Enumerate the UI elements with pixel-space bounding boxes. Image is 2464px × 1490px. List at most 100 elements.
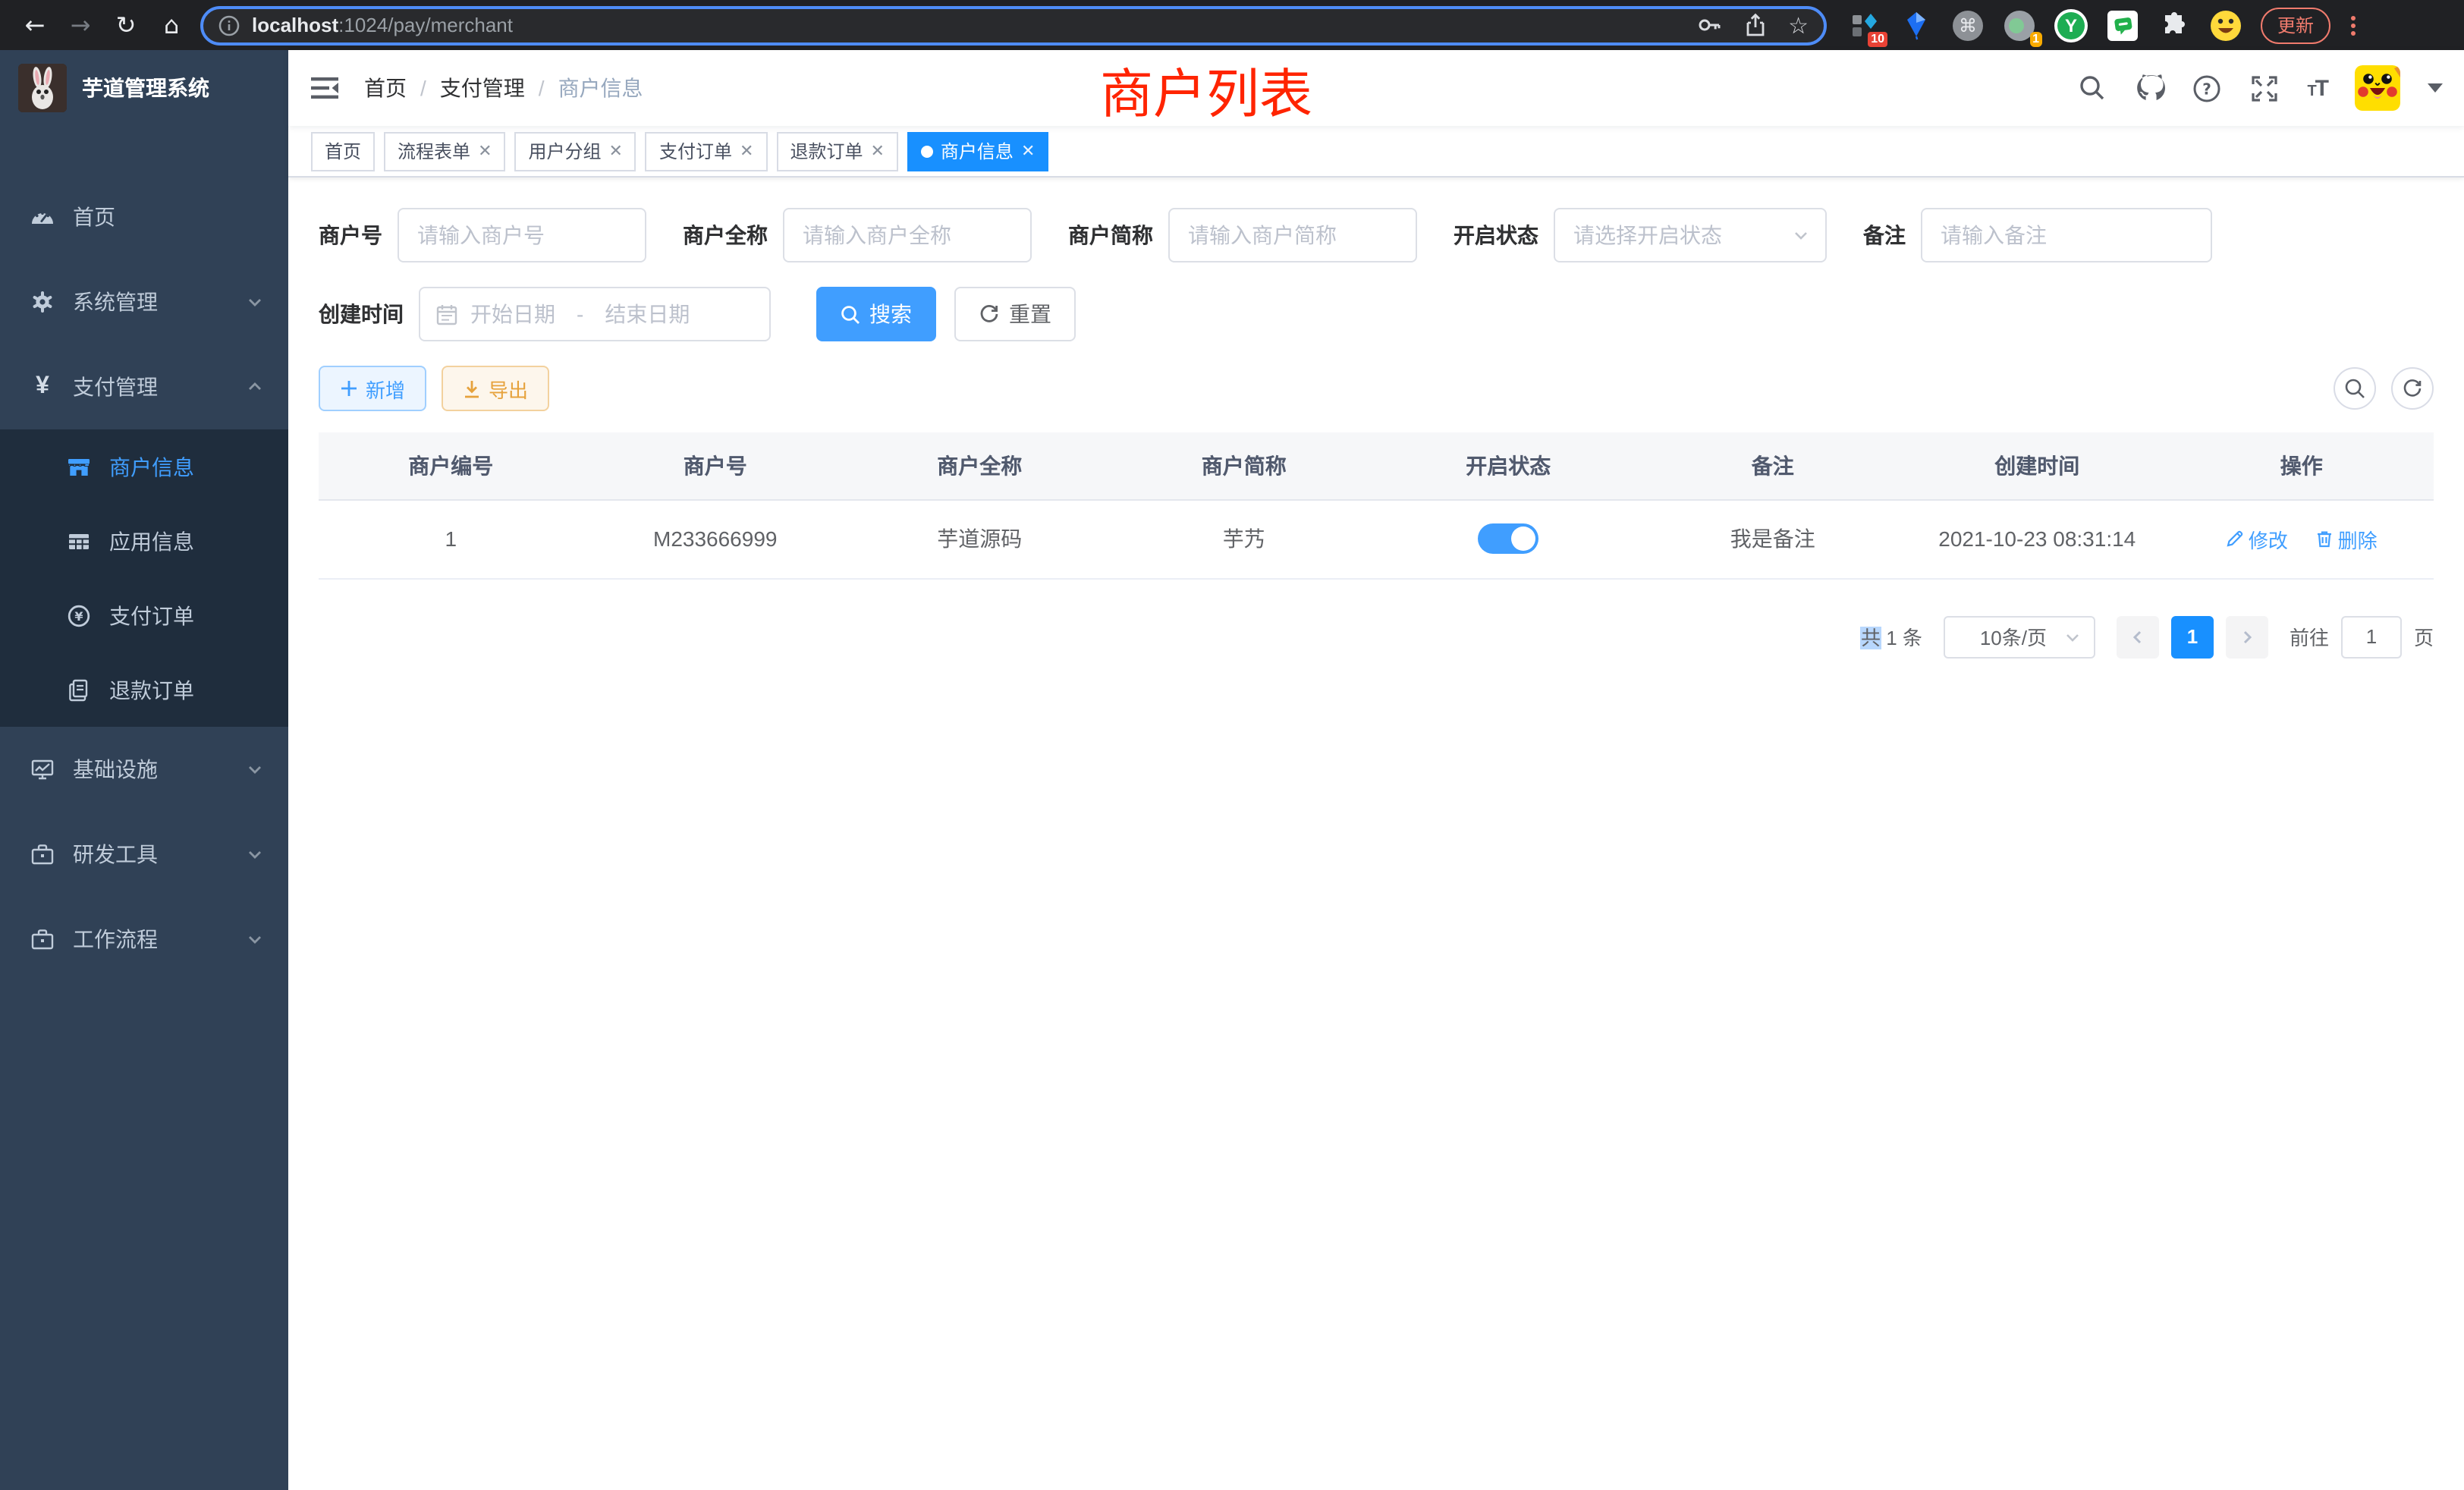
sidebar-item-app-info[interactable]: 应用信息 [0,504,288,578]
sidebar: 芋道管理系统 首页 [0,50,288,1490]
status-label: 开启状态 [1454,220,1538,250]
add-button[interactable]: 新增 [319,366,426,411]
share-icon[interactable] [1743,12,1767,38]
site-info-icon[interactable] [218,14,240,36]
shop-icon [67,454,91,479]
close-icon[interactable]: ✕ [478,141,492,161]
extensions-puzzle-icon[interactable] [2158,8,2191,42]
edit-link[interactable]: 修改 [2226,524,2288,553]
status-toggle[interactable] [1478,523,1538,554]
cell-full-name: 芋道源码 [847,499,1112,578]
date-range-picker[interactable]: 开始日期 - 结束日期 [419,287,771,341]
status-select[interactable]: 请选择开启状态 [1554,208,1827,262]
browser-toolbar: ← → ↻ ⌂ localhost:1024/pay/merchant ☆ [0,0,2464,50]
sidebar-item-pay-order[interactable]: ¥ 支付订单 [0,578,288,652]
delete-link[interactable]: 删除 [2315,524,2378,553]
sidebar-item-refund-order[interactable]: 退款订单 [0,652,288,727]
browser-reload-icon[interactable]: ↻ [103,11,149,39]
chevron-left-icon [2129,627,2147,646]
full-name-input[interactable] [783,208,1032,262]
short-name-input[interactable] [1168,208,1417,262]
column-header: 商户全称 [847,432,1112,499]
breadcrumb-section[interactable]: 支付管理 [440,73,525,103]
sidebar-item-workflow[interactable]: 工作流程 [0,897,288,982]
column-header: 操作 [2170,432,2434,499]
extension-chat-icon[interactable] [2106,8,2139,42]
merchant-no-input[interactable] [398,208,646,262]
font-size-icon[interactable]: TT [2307,75,2327,101]
sidebar-item-system[interactable]: 系统管理 [0,259,288,344]
fullscreen-icon[interactable] [2249,73,2280,103]
close-icon[interactable]: ✕ [740,141,753,161]
extension-command-icon[interactable]: ⌘ [1951,8,1985,42]
next-page-button[interactable] [2226,615,2268,658]
search-icon [2344,378,2365,399]
chevron-down-icon [246,293,264,311]
browser-back-icon[interactable]: ← [12,11,58,39]
goto-page-input[interactable] [2341,615,2402,658]
tag-home[interactable]: 首页 [311,131,375,171]
address-bar[interactable]: localhost:1024/pay/merchant ☆ [200,5,1827,45]
svg-text:¥: ¥ [74,608,83,623]
github-icon[interactable] [2134,73,2164,103]
sidebar-collapse-icon[interactable] [311,76,340,100]
browser-menu-icon[interactable] [2343,13,2364,37]
browser-forward-icon[interactable]: → [58,11,103,39]
toggle-search-button[interactable] [2334,367,2376,410]
breadcrumb-current: 商户信息 [558,73,643,103]
cell-create-time: 2021-10-23 08:31:14 [1905,499,2170,578]
sidebar-item-pay[interactable]: ¥ 支付管理 [0,344,288,429]
tag-user-group[interactable]: 用户分组✕ [515,131,636,171]
download-icon [463,379,481,398]
header-search-icon[interactable] [2076,73,2107,103]
column-header: 开启状态 [1376,432,1641,499]
export-button[interactable]: 导出 [442,366,549,411]
extension-emoji-icon[interactable] [2209,8,2242,42]
tag-pay-order[interactable]: 支付订单✕ [646,131,767,171]
bookmark-star-icon[interactable]: ☆ [1788,11,1809,39]
sidebar-item-home[interactable]: 首页 [0,174,288,259]
sidebar-item-merchant-info[interactable]: 商户信息 [0,429,288,504]
app-logo-row[interactable]: 芋道管理系统 [0,50,288,126]
browser-home-icon[interactable]: ⌂ [149,11,194,39]
extension-kite-icon[interactable] [1900,8,1933,42]
cell-merchant-id: 1 [319,499,583,578]
tag-process-form[interactable]: 流程表单✕ [384,131,505,171]
chevron-right-icon [2238,627,2256,646]
full-name-label: 商户全称 [683,220,768,250]
close-icon[interactable]: ✕ [870,141,884,161]
prev-page-button[interactable] [2117,615,2159,658]
tag-refund-order[interactable]: 退款订单✕ [776,131,897,171]
sidebar-item-dev-tools[interactable]: 研发工具 [0,812,288,897]
sidebar-item-infra[interactable]: 基础设施 [0,727,288,812]
breadcrumb-home[interactable]: 首页 [364,73,407,103]
extension-y-icon[interactable]: Y [2054,8,2088,42]
svg-text:?: ? [2203,79,2212,97]
password-key-icon[interactable] [1696,12,1721,38]
pay-submenu: 商户信息 应用信息 [0,429,288,727]
date-start-placeholder[interactable]: 开始日期 [470,299,555,329]
remark-input[interactable] [1921,208,2212,262]
gear-icon [30,290,55,314]
avatar-caret-icon[interactable] [2428,83,2443,93]
calendar-icon [435,303,458,325]
close-icon[interactable]: ✕ [609,141,623,161]
create-time-label: 创建时间 [319,299,404,329]
help-icon[interactable]: ? [2192,73,2222,103]
reset-button[interactable]: 重置 [954,287,1076,341]
user-avatar[interactable] [2355,65,2400,111]
refresh-table-button[interactable] [2391,367,2434,410]
date-end-placeholder[interactable]: 结束日期 [605,299,690,329]
close-icon[interactable]: ✕ [1021,141,1035,161]
browser-update-button[interactable]: 更新 [2261,7,2330,43]
page-content: 商户号 商户全称 商户简称 开启状态 请选择开启状态 [288,178,2464,1490]
column-header: 商户号 [583,432,848,499]
page-number-1[interactable]: 1 [2171,615,2214,658]
column-header: 商户简称 [1112,432,1377,499]
refresh-icon [979,303,1000,325]
tag-merchant-info[interactable]: 商户信息✕ [907,131,1048,171]
extension-recorder-icon[interactable]: 1 [2003,8,2036,42]
extension-tasks-icon[interactable]: 10 [1848,8,1881,42]
page-size-select[interactable]: 10条/页 [1944,615,2095,658]
search-button[interactable]: 搜索 [816,287,936,341]
